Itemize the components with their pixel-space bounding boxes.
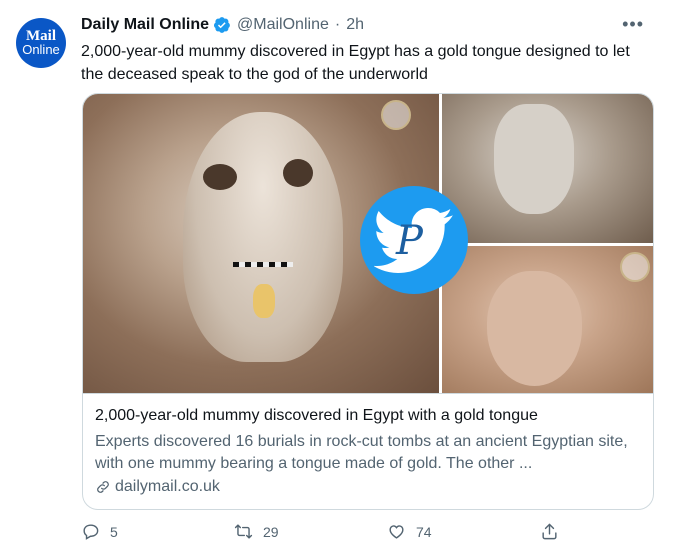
author-handle[interactable]: @MailOnline [237, 16, 329, 34]
eye-socket-left [203, 164, 237, 190]
burial-mask-photo [442, 94, 653, 243]
card-title[interactable]: 2,000-year-old mummy discovered in Egypt… [95, 407, 538, 425]
tweet-text: 2,000-year-old mummy discovered in Egypt… [81, 43, 630, 83]
link-icon [97, 481, 109, 493]
tweet[interactable]: Mail Online Daily Mail Online @MailOnlin… [0, 0, 674, 549]
share-button[interactable] [540, 522, 569, 541]
heart-icon [389, 525, 404, 539]
seal-emblem-2 [620, 252, 650, 282]
retweet-button[interactable]: 29 [234, 522, 279, 541]
like-button[interactable]: 74 [387, 522, 432, 541]
link-card[interactable]: P 2,000-year-old mummy discovered in Egy… [82, 93, 654, 510]
header-separator: · [334, 16, 341, 33]
card-domain-text: dailymail.co.uk [115, 478, 220, 495]
scale-ruler [233, 262, 293, 267]
gold-tongue [253, 284, 275, 318]
seal-emblem [381, 100, 411, 130]
verified-badge-icon [214, 17, 230, 33]
watermark-letter: P [396, 218, 423, 264]
face-shape [487, 271, 582, 386]
twitter-watermark-icon: P [360, 186, 468, 294]
author-name[interactable]: Daily Mail Online [81, 16, 209, 34]
mask-shape [494, 104, 574, 214]
like-count: 74 [416, 523, 432, 540]
retweet-icon [234, 524, 253, 539]
avatar-line-1: Mail [26, 28, 56, 44]
reply-button[interactable]: 5 [81, 522, 118, 541]
share-icon [542, 523, 557, 540]
card-image[interactable]: P [83, 94, 653, 394]
more-dots-icon[interactable]: ••• [622, 14, 644, 35]
avatar[interactable]: Mail Online [16, 18, 66, 68]
retweet-count: 29 [263, 523, 279, 540]
eye-socket-right [283, 159, 313, 187]
reply-count: 5 [110, 523, 118, 540]
skull-shape [183, 112, 343, 362]
tweet-time[interactable]: 2h [346, 16, 364, 34]
card-description: Experts discovered 16 burials in rock-cu… [95, 433, 628, 472]
action-bar: 5 29 74 [81, 522, 661, 544]
reply-icon [83, 524, 99, 540]
avatar-line-2: Online [22, 42, 60, 57]
card-domain[interactable]: dailymail.co.uk [95, 478, 220, 496]
statue-head-photo [442, 246, 653, 393]
tweet-header: Daily Mail Online @MailOnline · 2h [81, 14, 364, 36]
